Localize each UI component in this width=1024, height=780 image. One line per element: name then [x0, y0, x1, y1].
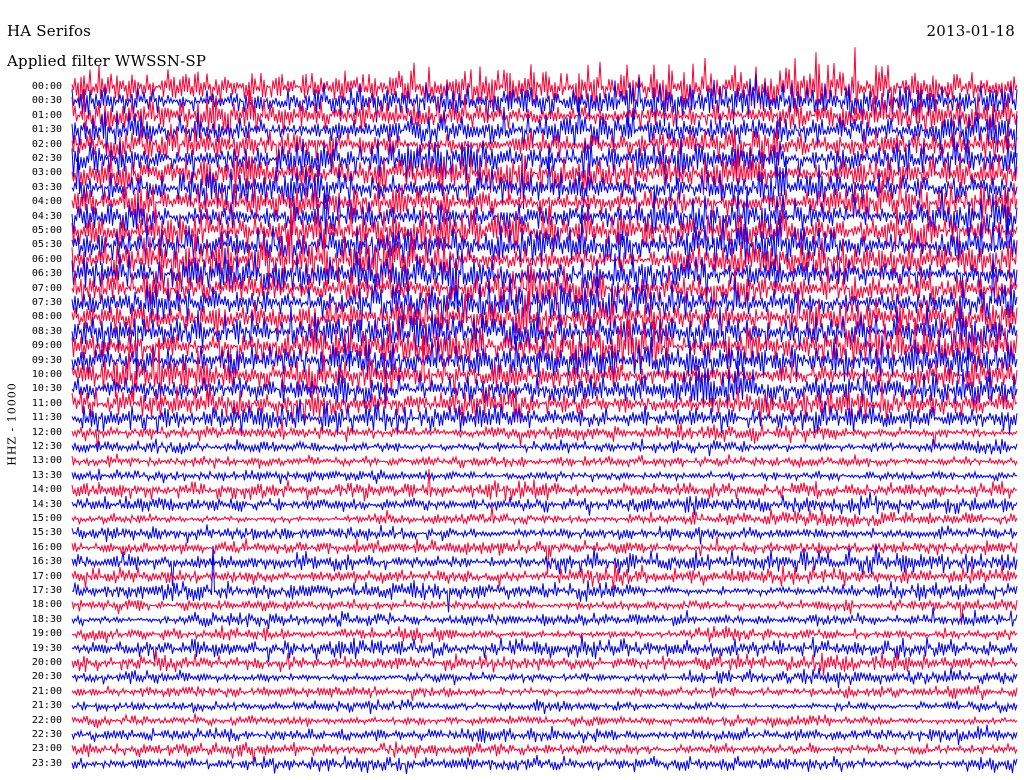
time-label: 02:30	[31, 153, 62, 164]
trace-1930	[71, 634, 1018, 663]
time-label: 16:00	[31, 541, 62, 553]
time-label: 12:30	[31, 441, 62, 452]
time-label: 23:00	[31, 743, 62, 755]
time-label: 22:30	[31, 729, 62, 740]
time-label: 01:00	[31, 109, 62, 121]
time-label: 11:30	[31, 412, 62, 424]
trace-1900	[71, 625, 1018, 644]
time-label: 01:30	[31, 124, 62, 136]
time-label: 04:30	[31, 210, 62, 222]
time-label: 19:00	[31, 628, 62, 640]
time-label: 09:30	[31, 354, 62, 366]
time-label: 03:00	[31, 167, 62, 179]
trace-1400	[71, 469, 1018, 502]
trace-1230	[71, 438, 1018, 457]
time-label: 03:30	[31, 181, 62, 193]
time-label: 02:00	[31, 138, 62, 150]
time-label: 19:30	[31, 642, 62, 654]
time-label: 13:00	[31, 455, 62, 467]
trace-1830	[71, 607, 1018, 630]
trace-1300	[71, 453, 1018, 469]
time-label: 16:30	[31, 556, 62, 568]
time-label: 00:00	[31, 81, 62, 92]
time-label: 07:00	[31, 282, 62, 294]
trace-1330	[71, 468, 1018, 484]
time-label: 11:00	[31, 397, 62, 409]
trace-2100	[71, 684, 1018, 701]
trace-2200	[71, 713, 1018, 729]
trace-2330	[71, 754, 1018, 775]
time-label: 12:00	[31, 426, 62, 438]
record-date: 2013-01-18	[926, 22, 1015, 40]
time-label: 17:00	[31, 570, 62, 582]
time-axis-labels: 00:00 00:30 01:00 01:30 02:00 02:30 03:00 03:30…	[0, 0, 70, 780]
time-label: 05:00	[31, 225, 62, 236]
time-label: 18:00	[31, 599, 62, 611]
time-label: 20:30	[31, 671, 62, 683]
time-label: 10:00	[31, 369, 62, 380]
time-label: 10:30	[31, 383, 62, 395]
time-label: 00:30	[31, 95, 62, 107]
time-label: 22:00	[31, 714, 62, 726]
time-label: 09:00	[31, 340, 62, 352]
time-label: 06:00	[31, 253, 62, 265]
time-label: 14:00	[31, 484, 62, 496]
time-label: 04:00	[31, 196, 62, 208]
time-label: 06:30	[31, 268, 62, 280]
time-label: 15:00	[31, 513, 62, 524]
time-label: 15:30	[31, 527, 62, 539]
trace-1530	[71, 524, 1018, 545]
seismogram-plot	[71, 47, 1018, 775]
time-label: 20:00	[31, 657, 62, 668]
time-label: 17:30	[31, 585, 62, 596]
time-label: 07:30	[31, 297, 62, 308]
time-label: 21:30	[31, 700, 62, 712]
time-label: 14:30	[31, 498, 62, 510]
time-label: 05:30	[31, 239, 62, 251]
trace-2230	[71, 724, 1018, 746]
time-label: 21:00	[31, 685, 62, 697]
trace-2130	[71, 699, 1018, 715]
time-label: 18:30	[31, 613, 62, 625]
trace-2030	[71, 667, 1018, 689]
trace-2300	[71, 741, 1018, 763]
time-label: 08:30	[31, 325, 62, 337]
time-label: 08:00	[31, 311, 62, 323]
time-label: 13:30	[31, 469, 62, 481]
time-label: 23:30	[31, 757, 62, 769]
